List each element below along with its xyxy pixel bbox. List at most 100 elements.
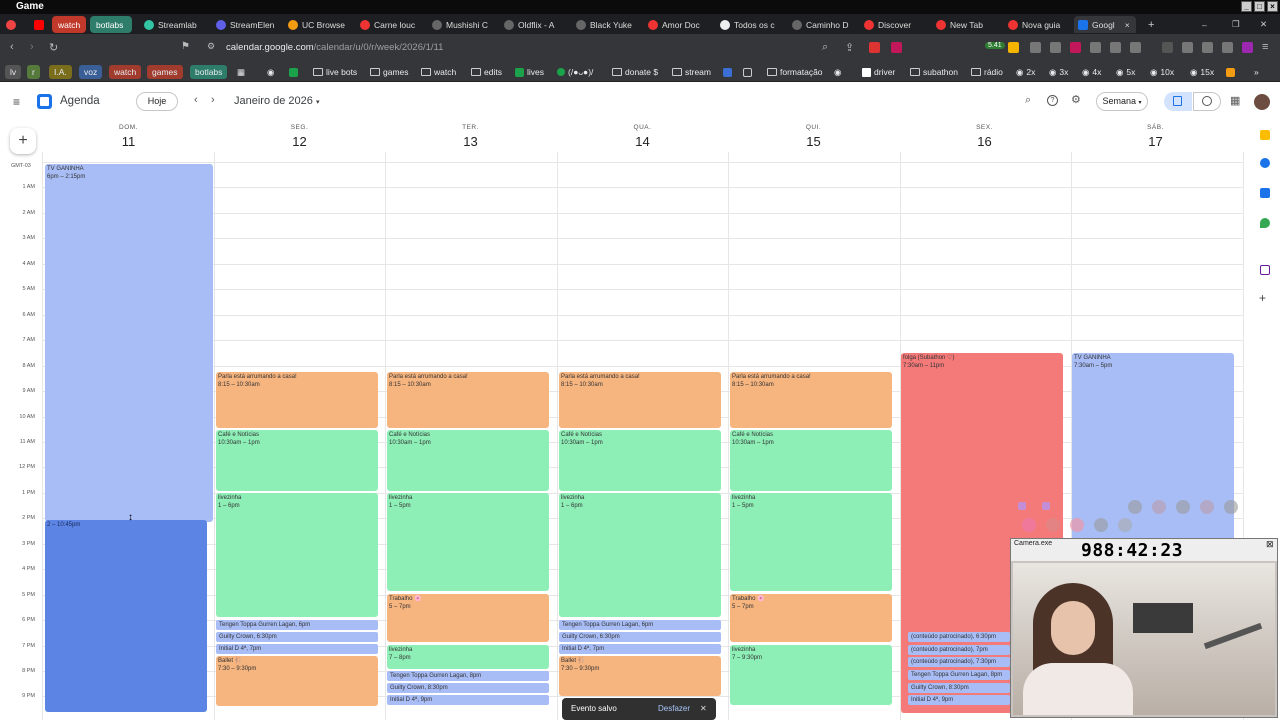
event-parla-monday[interactable]: Parla está arrumando a casa! 8:15 – 10:30…	[216, 372, 378, 428]
bookmark-driver[interactable]: driver	[862, 65, 895, 79]
event-tengen-monday[interactable]: Tengen Toppa Gurren Lagan, 6pm	[216, 620, 378, 630]
settings-gear-icon[interactable]: ⚙	[1071, 93, 1081, 106]
event-parla-tuesday[interactable]: Parla está arrumando a casa! 8:15 – 10:30…	[387, 372, 549, 428]
calendar-view-toggle[interactable]	[1164, 92, 1192, 111]
new-tab-icon[interactable]: +	[1144, 16, 1158, 33]
day-header[interactable]: SÁB. 17	[1070, 124, 1241, 149]
extension-badge[interactable]: 5.41	[985, 42, 1005, 49]
extension-icon[interactable]	[1130, 42, 1141, 53]
tab-uc-browser[interactable]: UC Browse	[284, 16, 348, 33]
tasks-icon[interactable]	[1260, 158, 1270, 168]
keep-icon[interactable]	[1260, 130, 1270, 140]
event-initiald-wednesday[interactable]: Initial D 4ª, 7pm	[559, 644, 721, 654]
event-initiald-tuesday[interactable]: Initial D 4ª, 9pm	[387, 695, 549, 705]
event-parla-thursday[interactable]: Parla está arrumando a casa! 8:15 – 10:30…	[730, 372, 892, 428]
tab-caminho[interactable]: Caminho D	[788, 16, 852, 33]
event-initiald-monday[interactable]: Initial D 4ª, 7pm	[216, 644, 378, 654]
reload-icon[interactable]: ↻	[49, 41, 58, 54]
event-cafe-wednesday[interactable]: Café e Notícias 10:30am – 1pm	[559, 430, 721, 491]
event-tengen-tuesday[interactable]: Tengen Toppa Gurren Lagan, 8pm	[387, 671, 549, 681]
day-number[interactable]: 15	[728, 134, 899, 149]
day-header[interactable]: SEG. 12	[214, 124, 385, 149]
share-icon[interactable]: ⇪	[845, 41, 854, 54]
event-guilty-monday[interactable]: Guilty Crown, 6:30pm	[216, 632, 378, 642]
close-icon[interactable]: ✕	[700, 698, 707, 720]
close-icon[interactable]: ×	[1267, 1, 1278, 12]
more-bookmarks-icon[interactable]: »	[1254, 65, 1259, 79]
bookmark-group-r[interactable]: r	[27, 65, 40, 79]
day-header[interactable]: QUA. 14	[557, 124, 728, 149]
event-trabalho-tuesday[interactable]: Trabalho 🌸 5 – 7pm	[387, 594, 549, 642]
day-number[interactable]: 16	[899, 134, 1070, 149]
month-selector[interactable]: Janeiro de 2026 ▾	[234, 95, 319, 107]
bookmark-group-watch[interactable]: watch	[109, 65, 142, 79]
bookmark-folder-stream[interactable]: stream	[672, 65, 711, 79]
tab-google-calendar[interactable]: Googl ×	[1074, 16, 1136, 33]
url-field[interactable]: calendar.google.com/calendar/u/0/r/week/…	[226, 39, 926, 57]
bookmark-folder-edits[interactable]: edits	[471, 65, 502, 79]
undo-button[interactable]: Desfazer	[658, 698, 690, 720]
add-addon-icon[interactable]: +	[1259, 291, 1266, 305]
event-parla-wednesday[interactable]: Parla está arrumando a casa! 8:15 – 10:30…	[559, 372, 721, 428]
tab-carne-louca[interactable]: Carne louc	[356, 16, 420, 33]
event-guilty-friday[interactable]: Guilty Crown, 8:30pm	[908, 683, 1010, 693]
extension-icon[interactable]	[1030, 42, 1041, 53]
wallet-icon[interactable]	[1182, 42, 1193, 53]
maximize-icon[interactable]: □	[1254, 1, 1265, 12]
extensions-puzzle-icon[interactable]	[1110, 42, 1121, 53]
bookmark-speed-5x[interactable]: ◉ 5x	[1116, 65, 1135, 79]
browser-menu-icon[interactable]	[2, 16, 18, 33]
day-number[interactable]: 13	[385, 134, 556, 149]
maps-icon[interactable]	[1260, 218, 1270, 228]
tab-streamlabs[interactable]: Streamlab	[140, 16, 204, 33]
bookmark-speed-10x[interactable]: ◉ 10x	[1150, 65, 1174, 79]
bookmark-icon[interactable]	[723, 65, 732, 79]
main-menu-icon[interactable]: ≡	[13, 95, 20, 109]
day-header[interactable]: DOM. 11	[43, 124, 214, 149]
tab-oldflix[interactable]: Oldflix - A	[500, 16, 564, 33]
bookmark-kaomoji[interactable]: (/●ᴗ●)/	[557, 65, 593, 79]
day-number[interactable]: 17	[1070, 134, 1241, 149]
bookmark-lives[interactable]: lives	[515, 65, 544, 79]
event-livezinha-monday[interactable]: livezinha 1 – 6pm	[216, 493, 378, 617]
minimize-icon[interactable]: –	[1198, 16, 1210, 33]
bookmark-folder-watch[interactable]: watch	[421, 65, 456, 79]
tab-nova-guia[interactable]: Nova guia	[1004, 16, 1068, 33]
event-trabalho-thursday[interactable]: Trabalho 🌸 5 – 7pm	[730, 594, 892, 642]
search-icon[interactable]: ⌕	[1025, 94, 1031, 107]
event-livezinha-wednesday[interactable]: livezinha 1 – 6pm	[559, 493, 721, 617]
tab-black-yuke[interactable]: Black Yuke	[572, 16, 636, 33]
apps-grid-icon[interactable]: ▦	[237, 65, 245, 79]
tab-group-botlabs[interactable]: botlabs	[90, 16, 132, 33]
tab-mushishi[interactable]: Mushishi C	[428, 16, 492, 33]
extension-icon[interactable]	[1070, 42, 1081, 53]
day-number[interactable]: 12	[214, 134, 385, 149]
event-livezinha-thursday-evening[interactable]: livezinha 7 – 9:30pm	[730, 645, 892, 705]
event-patrocinado-3[interactable]: (conteúdo patrocinado), 7:30pm	[908, 657, 1010, 667]
extension-icon[interactable]	[1050, 42, 1061, 53]
event-guilty-wednesday[interactable]: Guilty Crown, 6:30pm	[559, 632, 721, 642]
event-initiald-friday[interactable]: Initial D 4ª, 9pm	[908, 695, 1010, 705]
event-tengen-wednesday[interactable]: Tengen Toppa Gurren Lagan, 6pm	[559, 620, 721, 630]
event-cafe-tuesday[interactable]: Café e Notícias 10:30am – 1pm	[387, 430, 549, 491]
bookmark-folder-radio[interactable]: rádio	[971, 65, 1003, 79]
bookmark-icon[interactable]	[1226, 65, 1235, 79]
event-guilty-tuesday[interactable]: Guilty Crown, 8:30pm	[387, 683, 549, 693]
addon-icon[interactable]	[1260, 265, 1270, 275]
next-week-icon[interactable]: ›	[211, 94, 215, 106]
bookmark-folder-games[interactable]: games	[370, 65, 409, 79]
event-patrocinado-1[interactable]: (conteúdo patrocinado), 6:30pm	[908, 632, 1010, 642]
bookmark-speed-2x[interactable]: ◉ 2x	[1016, 65, 1035, 79]
event-ballet-monday[interactable]: Ballet 🩰 7:30 – 9:30pm	[216, 656, 378, 706]
bookmark-group-ia[interactable]: I.A.	[49, 65, 72, 79]
tab-new-tab[interactable]: New Tab	[932, 16, 996, 33]
day-header[interactable]: TER. 13	[385, 124, 556, 149]
brave-shields-icon[interactable]	[869, 42, 880, 53]
tab-amor-doce[interactable]: Amor Doc	[644, 16, 708, 33]
youtube-icon[interactable]	[30, 16, 46, 33]
profile-icon[interactable]	[1242, 42, 1253, 53]
event-livezinha-thursday[interactable]: livezinha 1 – 5pm	[730, 493, 892, 591]
event-patrocinado-2[interactable]: (conteúdo patrocinado), 7pm	[908, 645, 1010, 655]
bookmark-group-voz[interactable]: voz	[79, 65, 103, 79]
minimize-icon[interactable]: _	[1241, 1, 1252, 12]
